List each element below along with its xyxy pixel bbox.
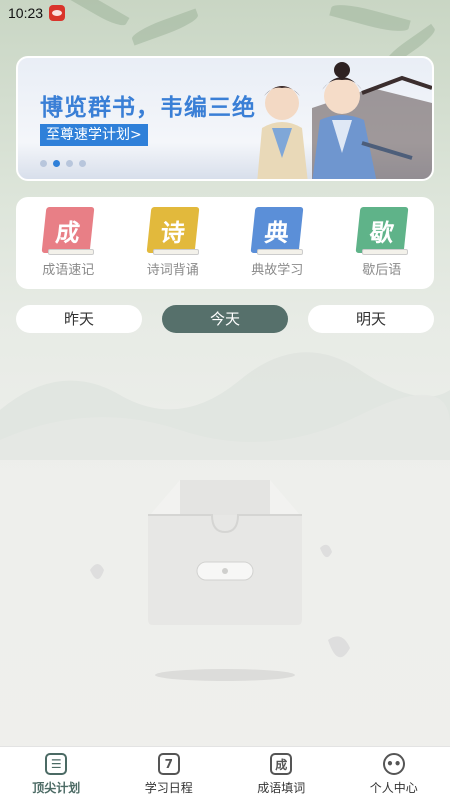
profile-icon: •• — [382, 753, 405, 775]
nav-label: 个人中心 — [369, 781, 418, 795]
banner-dot[interactable] — [79, 160, 86, 167]
book-pages — [361, 249, 408, 255]
banner-dot-active[interactable] — [53, 160, 60, 167]
bottom-navigation: ☰ 顶尖计划 7 学习日程 成 成语填词 •• 个人中心 — [0, 746, 450, 800]
app-notification-icon — [49, 5, 66, 21]
allusion-book-icon: 典 — [249, 205, 305, 257]
book-cover: 歇 — [355, 207, 409, 253]
status-bar: 10:23 — [0, 0, 450, 26]
banner-dot[interactable] — [66, 160, 73, 167]
book-cover: 成 — [41, 207, 95, 253]
category-label: 成语速记 — [42, 263, 95, 278]
banner-dot[interactable] — [40, 160, 47, 167]
tab-yesterday[interactable]: 昨天 — [16, 305, 142, 333]
category-card: 成 成语速记 诗 诗词背诵 典 典故学习 歇 歇后语 — [16, 197, 434, 289]
book-pages — [48, 249, 95, 255]
book-cover: 典 — [250, 207, 304, 253]
status-time: 10:23 — [8, 5, 44, 21]
category-label: 诗词背诵 — [146, 263, 199, 278]
nav-label: 成语填词 — [257, 781, 306, 795]
category-allusion[interactable]: 典 典故学习 — [229, 205, 325, 289]
idiom-icon: 成 — [270, 753, 293, 775]
tab-tomorrow[interactable]: 明天 — [308, 305, 434, 333]
list-icon: ☰ — [45, 753, 68, 775]
scholars-illustration — [257, 62, 432, 179]
nav-top-plan[interactable]: ☰ 顶尖计划 — [0, 747, 113, 800]
poetry-book-icon: 诗 — [145, 205, 201, 257]
category-idiom[interactable]: 成 成语速记 — [20, 205, 116, 289]
empty-box-illustration — [90, 480, 350, 681]
xiehouyu-book-icon: 歇 — [354, 205, 410, 257]
idiom-book-icon: 成 — [40, 205, 96, 257]
nav-study-schedule[interactable]: 7 学习日程 — [113, 747, 226, 800]
category-label: 典故学习 — [251, 263, 304, 278]
category-poetry[interactable]: 诗 诗词背诵 — [125, 205, 221, 289]
tab-today[interactable]: 今天 — [162, 305, 288, 333]
book-pages — [152, 249, 199, 255]
banner-plan-button[interactable]: 至尊速学计划> — [40, 124, 148, 146]
nav-label: 顶尖计划 — [32, 781, 81, 795]
calendar-icon: 7 — [157, 753, 180, 775]
banner-pagination — [40, 160, 86, 167]
nav-profile[interactable]: •• 个人中心 — [338, 747, 450, 800]
category-label: 歇后语 — [362, 263, 402, 278]
nav-label: 学习日程 — [144, 781, 193, 795]
promo-banner[interactable]: 博览群书，韦编三绝 至尊速学计划> — [16, 56, 434, 181]
day-tabs: 昨天 今天 明天 — [16, 305, 434, 333]
category-xiehouyu[interactable]: 歇 歇后语 — [334, 205, 430, 289]
book-pages — [257, 249, 304, 255]
nav-idiom-fill[interactable]: 成 成语填词 — [225, 747, 338, 800]
book-cover: 诗 — [146, 207, 200, 253]
